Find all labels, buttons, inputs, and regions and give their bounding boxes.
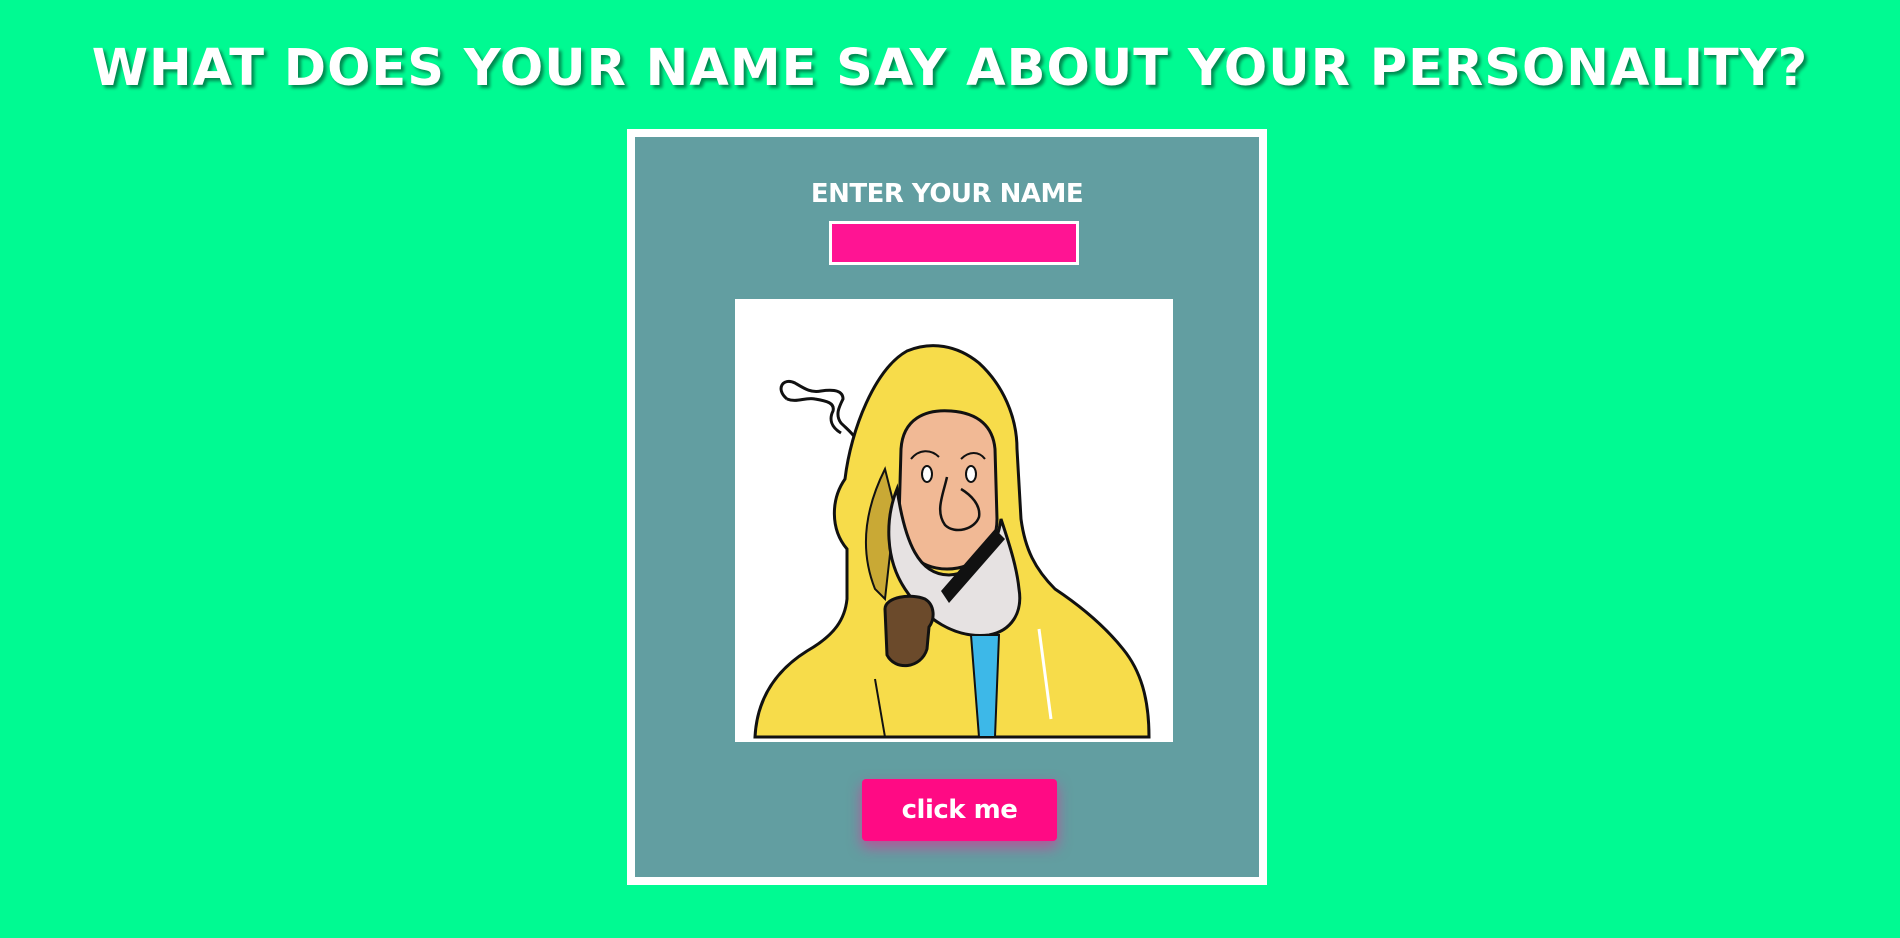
- page-title: WHAT DOES YOUR NAME SAY ABOUT YOUR PERSO…: [91, 39, 1809, 98]
- name-card: ENTER YOUR NAME click me: [627, 129, 1267, 885]
- click-me-button[interactable]: click me: [862, 779, 1057, 841]
- name-label: ENTER YOUR NAME: [810, 179, 1084, 209]
- card-panel: ENTER YOUR NAME click me: [635, 137, 1259, 877]
- name-input[interactable]: [829, 221, 1079, 265]
- fisherman-illustration: [735, 299, 1173, 742]
- page: WHAT DOES YOUR NAME SAY ABOUT YOUR PERSO…: [0, 0, 1900, 938]
- fisherman-icon: [753, 344, 1151, 739]
